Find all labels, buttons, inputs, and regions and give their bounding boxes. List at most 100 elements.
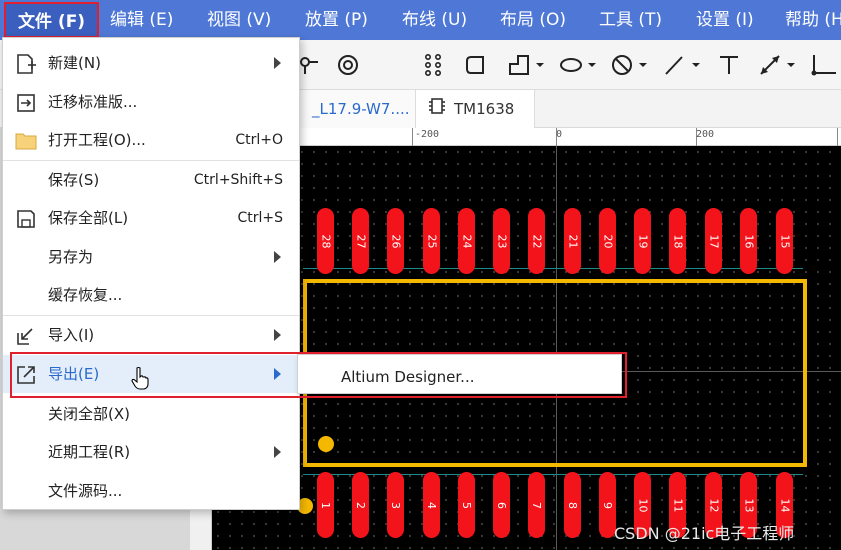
menu-item-new[interactable]: 新建(N): [3, 44, 299, 82]
pad-number: 24: [460, 234, 473, 248]
pad-top[interactable]: 16: [740, 208, 757, 274]
menu-route[interactable]: 布线 (U): [402, 0, 467, 40]
menu-item-save[interactable]: 保存(S) Ctrl+Shift+S: [3, 161, 299, 199]
submenu-arrow-icon: [274, 329, 281, 341]
pad-number: 2: [354, 501, 367, 509]
pad-number: 23: [495, 234, 508, 248]
pad-number: 17: [707, 234, 720, 248]
pad-bottom[interactable]: 5: [458, 472, 475, 538]
pad-number: 1: [319, 501, 332, 509]
pad-number: 19: [636, 234, 649, 248]
origin-tool-icon[interactable]: [808, 52, 841, 78]
pad-top[interactable]: 26: [387, 208, 404, 274]
menu-item-save-all[interactable]: 保存全部(L) Ctrl+S: [3, 199, 299, 237]
menu-layout[interactable]: 布局 (O): [500, 0, 566, 40]
menu-item-open-project[interactable]: 打开工程(O)... Ctrl+O: [3, 121, 299, 159]
pad-number: 10: [636, 498, 649, 512]
hand-cursor-icon: [131, 366, 149, 390]
ruler-label: 200: [696, 129, 715, 140]
pad-top[interactable]: 17: [705, 208, 722, 274]
pin1-marker: [318, 436, 334, 452]
save-all-icon: [15, 208, 37, 230]
pad-number: 12: [707, 498, 720, 512]
menu-item-recent-projects[interactable]: 近期工程(R): [3, 433, 299, 471]
menu-file[interactable]: 文件 (F): [4, 2, 100, 38]
pad-number: 21: [566, 234, 579, 248]
menu-item-close-all[interactable]: 关闭全部(X): [3, 395, 299, 433]
menu-item-migrate[interactable]: 迁移标准版...: [3, 83, 299, 121]
menu-item-import[interactable]: 导入(I): [3, 316, 299, 354]
pad-top[interactable]: 20: [599, 208, 616, 274]
pad-number: 18: [671, 234, 684, 248]
menu-view[interactable]: 视图 (V): [207, 0, 271, 40]
pad-number: 9: [601, 501, 614, 509]
highlight-box: [10, 352, 627, 398]
pad-top[interactable]: 25: [423, 208, 440, 274]
pad-number: 8: [566, 501, 579, 509]
import-icon: [15, 325, 37, 347]
menu-item-save-as[interactable]: 另存为: [3, 238, 299, 276]
menu-tools[interactable]: 工具 (T): [599, 0, 662, 40]
silkscreen-line-top: [303, 268, 803, 269]
new-file-icon: [15, 53, 37, 75]
dimension-tool-icon[interactable]: [757, 52, 799, 78]
tab-footprint[interactable]: _L17.9-W7....: [300, 90, 415, 128]
pad-bottom[interactable]: 7: [528, 472, 545, 538]
via-tool-icon[interactable]: [335, 52, 361, 78]
menu-item-file-source[interactable]: 文件源码...: [3, 472, 299, 510]
pad-number: 15: [778, 234, 791, 248]
pad-top[interactable]: 23: [493, 208, 510, 274]
pad-number: 16: [742, 234, 755, 248]
submenu-arrow-icon: [274, 251, 281, 263]
rounded-rect-tool-icon[interactable]: [464, 52, 490, 78]
silkscreen-line-bottom: [303, 474, 803, 475]
submenu-arrow-icon: [274, 446, 281, 458]
ellipse-tool-icon[interactable]: [558, 52, 600, 78]
pad-top[interactable]: 19: [634, 208, 651, 274]
pad-top[interactable]: 22: [528, 208, 545, 274]
pad-number: 20: [601, 234, 614, 248]
line-tool-icon[interactable]: [662, 52, 704, 78]
no-connect-tool-icon[interactable]: [609, 52, 651, 78]
menu-place[interactable]: 放置 (P): [305, 0, 368, 40]
watermark: CSDN @21ic电子工程师: [614, 524, 795, 543]
menu-item-cache-restore[interactable]: 缓存恢复...: [3, 276, 299, 314]
chip-icon: [428, 91, 446, 129]
menu-settings[interactable]: 设置 (I): [696, 0, 754, 40]
pad-top[interactable]: 24: [458, 208, 475, 274]
pad-top[interactable]: 27: [352, 208, 369, 274]
pad-top[interactable]: 28: [317, 208, 334, 274]
polygon-tool-icon[interactable]: [506, 52, 546, 78]
vertical-ruler: [190, 510, 212, 550]
pad-number: 5: [460, 501, 473, 509]
tab-tm1638-label: TM1638: [454, 100, 515, 118]
pad-top[interactable]: 15: [776, 208, 793, 274]
pad-number: 6: [495, 501, 508, 509]
pad-top[interactable]: 21: [564, 208, 581, 274]
pad-bottom[interactable]: 6: [493, 472, 510, 538]
menu-edit[interactable]: 编辑 (E): [110, 0, 173, 40]
pad-number: 28: [319, 234, 332, 248]
menubar: 文件 (F) 编辑 (E) 视图 (V) 放置 (P) 布线 (U) 布局 (O…: [0, 0, 841, 40]
pad-top[interactable]: 18: [669, 208, 686, 274]
pad-number: 14: [778, 498, 791, 512]
pad-number: 27: [354, 234, 367, 248]
menu-help[interactable]: 帮助 (H: [785, 0, 841, 40]
pad-number: 13: [742, 498, 755, 512]
pad-number: 25: [425, 234, 438, 248]
migrate-icon: [15, 92, 37, 114]
pad-number: 3: [389, 501, 402, 509]
pad-bottom[interactable]: 3: [387, 472, 404, 538]
pad-number: 4: [425, 501, 438, 509]
pad-bottom[interactable]: 8: [564, 472, 581, 538]
folder-icon: [15, 130, 37, 152]
tab-tm1638[interactable]: TM1638: [415, 90, 535, 128]
pad-bottom[interactable]: 1: [317, 472, 334, 538]
pad-bottom[interactable]: 2: [352, 472, 369, 538]
ruler-label: 0: [556, 129, 563, 140]
text-tool-icon[interactable]: [716, 52, 742, 78]
pad-number: 22: [530, 234, 543, 248]
pad-array-icon[interactable]: [420, 52, 446, 78]
pad-bottom[interactable]: 4: [423, 472, 440, 538]
file-menu-dropdown: 新建(N) 迁移标准版... 打开工程(O)... Ctrl+O 保存(S) C…: [2, 37, 300, 510]
